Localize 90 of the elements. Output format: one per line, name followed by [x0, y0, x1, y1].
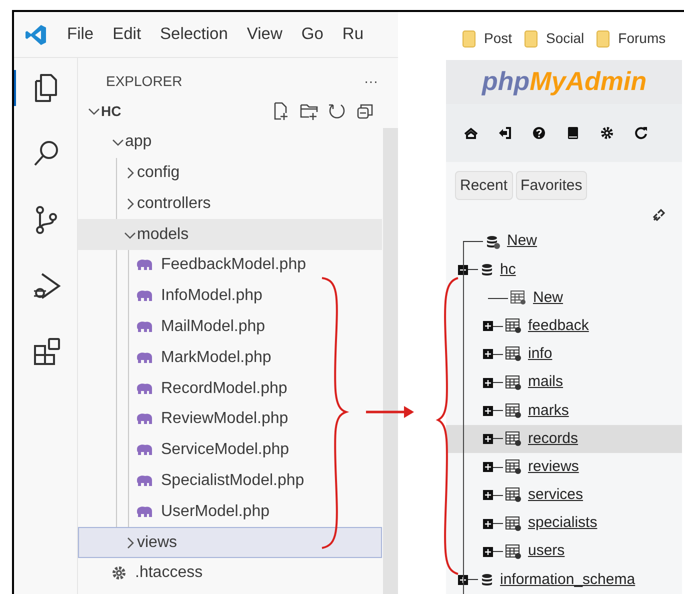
expander-icon[interactable] — [483, 518, 493, 529]
elephant-icon — [135, 320, 153, 334]
expander-icon[interactable] — [483, 321, 493, 332]
book-icon[interactable] — [566, 126, 580, 140]
scrollbar[interactable] — [383, 128, 398, 594]
expander-icon[interactable] — [458, 574, 468, 585]
table-icon — [505, 516, 522, 532]
expander-icon[interactable] — [483, 434, 493, 444]
elephant-icon — [135, 504, 153, 519]
table-link[interactable]: records — [528, 428, 578, 450]
more-actions-button[interactable]: ··· — [364, 70, 378, 92]
table-link[interactable]: users — [528, 540, 565, 563]
nav-button[interactable]: Recent — [455, 170, 513, 200]
php-file-item[interactable]: MarkModel.php — [78, 342, 382, 374]
vscode-logo-icon[interactable] — [24, 22, 48, 46]
table-icon — [505, 402, 522, 419]
php-file-item[interactable]: FeedbackModel.php — [78, 250, 382, 281]
help-icon[interactable] — [532, 126, 546, 140]
exit-icon[interactable] — [498, 126, 512, 140]
expander-icon[interactable] — [483, 349, 493, 360]
workspace-title[interactable]: HC — [101, 100, 122, 122]
expander-icon[interactable] — [483, 378, 493, 388]
arrow-annotation — [366, 406, 414, 418]
elephant-icon — [135, 412, 153, 426]
table-icon — [505, 346, 522, 362]
php-file-item[interactable]: ReviewModel.php — [78, 404, 382, 435]
menu-item[interactable]: File — [67, 22, 94, 47]
php-file-item[interactable]: MailModel.php — [78, 312, 382, 342]
elephant-icon — [135, 289, 153, 304]
config-file-item[interactable]: .htaccess — [78, 558, 382, 589]
menu-item[interactable]: Go — [301, 22, 324, 47]
reload-icon[interactable] — [634, 126, 648, 140]
phpmyadmin-logo[interactable]: phpMyAdmin — [446, 60, 682, 104]
new-table-icon — [510, 290, 527, 306]
folder-icon — [462, 30, 476, 48]
elephant-icon — [135, 443, 153, 458]
database-icon — [480, 262, 494, 277]
new-database-icon — [485, 234, 501, 249]
folder-item[interactable]: models — [78, 219, 382, 250]
table-icon — [505, 318, 522, 334]
php-file-item[interactable]: ServiceModel.php — [78, 434, 382, 466]
bookmark-link[interactable]: Forums — [596, 28, 666, 50]
bookmark-link[interactable]: Social — [524, 28, 584, 50]
settings-icon[interactable] — [600, 126, 614, 140]
table-link[interactable]: specialists — [528, 512, 598, 535]
php-file-item[interactable]: RecordModel.php — [78, 373, 382, 404]
link-icon[interactable] — [652, 208, 666, 222]
menu-item[interactable]: Ru — [342, 22, 364, 47]
folder-item[interactable]: controllers — [78, 188, 382, 220]
folder-icon — [596, 30, 610, 48]
table-link[interactable]: info — [528, 343, 552, 366]
menu-item[interactable]: View — [246, 22, 282, 47]
folder-icon — [524, 30, 538, 48]
folder-item[interactable]: views — [78, 527, 382, 558]
table-icon — [505, 544, 522, 560]
gear-icon — [111, 565, 127, 582]
elephant-icon — [135, 382, 153, 396]
explorer-title: EXPLORER — [106, 72, 182, 90]
database-link[interactable]: information_schema — [500, 568, 636, 592]
bookmark-link[interactable]: Post — [462, 28, 512, 50]
elephant-icon — [135, 350, 153, 365]
database-link[interactable]: hc — [500, 258, 516, 282]
table-link[interactable]: reviews — [528, 456, 579, 478]
database-link[interactable]: New — [507, 230, 538, 253]
menu-item[interactable]: Edit — [112, 22, 142, 47]
elephant-icon — [135, 474, 153, 488]
folder-item[interactable]: config — [78, 158, 382, 188]
table-icon — [505, 374, 522, 391]
database-icon — [480, 572, 494, 587]
php-file-item[interactable]: SpecialistModel.php — [78, 466, 382, 496]
expander-icon[interactable] — [483, 462, 493, 472]
expander-icon[interactable] — [458, 264, 468, 275]
expander-icon[interactable] — [483, 546, 493, 557]
table-link[interactable]: mails — [528, 371, 564, 394]
table-link[interactable]: feedback — [528, 314, 589, 338]
expander-icon[interactable] — [483, 406, 493, 416]
table-icon — [505, 487, 522, 504]
php-file-item[interactable]: InfoModel.php — [78, 280, 382, 312]
table-icon — [505, 459, 522, 476]
table-link[interactable]: services — [528, 484, 584, 507]
expander-icon[interactable] — [483, 490, 493, 500]
table-link[interactable]: marks — [528, 400, 569, 422]
table-link[interactable]: New — [533, 286, 564, 310]
menu-item[interactable]: Selection — [160, 22, 228, 47]
folder-item[interactable]: app — [78, 126, 382, 158]
php-file-item[interactable]: UserModel.php — [78, 496, 382, 528]
table-icon — [505, 430, 522, 447]
elephant-icon — [135, 258, 153, 272]
home-icon[interactable] — [464, 126, 478, 140]
nav-button[interactable]: Favorites — [516, 170, 588, 200]
